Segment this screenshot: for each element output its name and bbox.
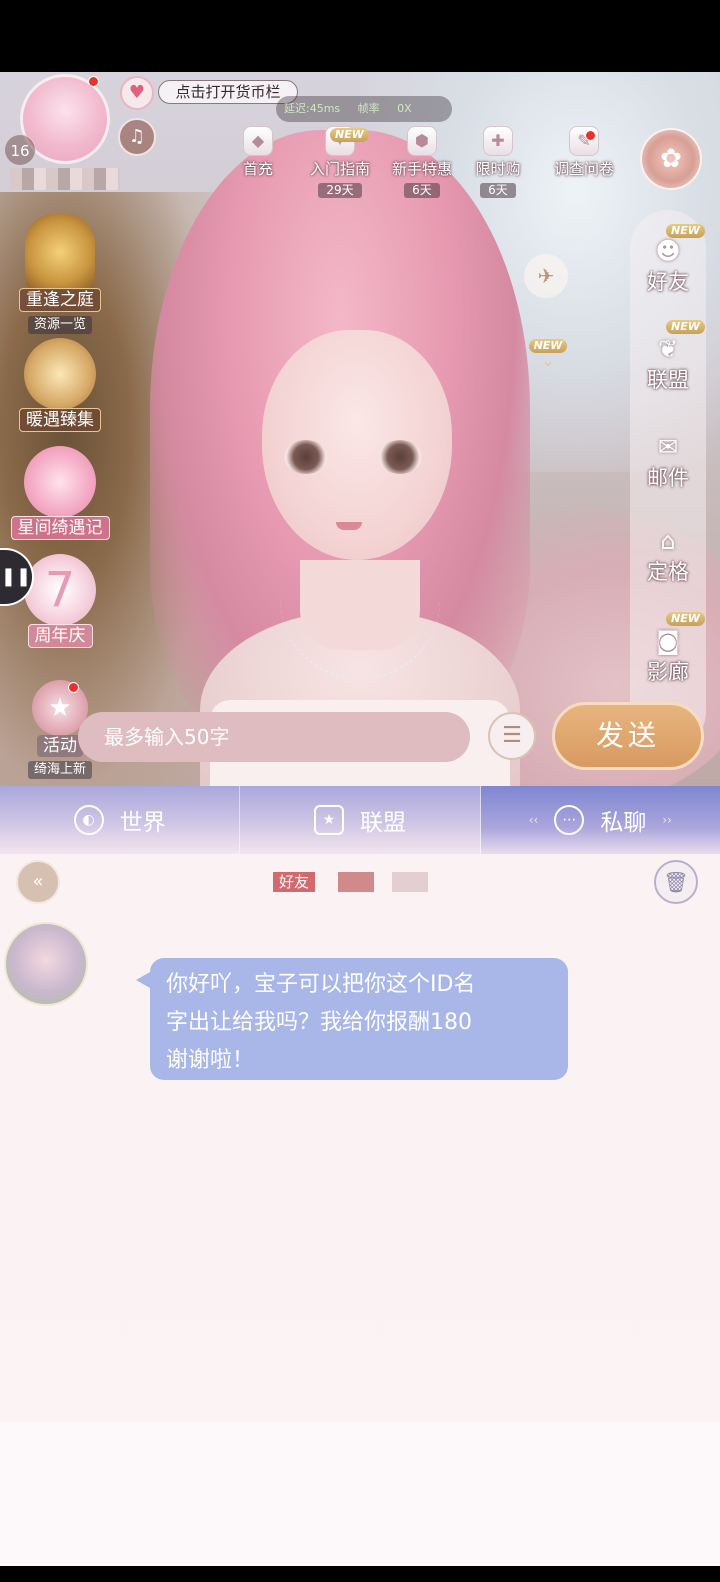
right-menu-gallery[interactable]: ◙ 影廊 (630, 626, 706, 686)
activity-reunion-court[interactable]: 重逢之庭 资源一览 (0, 214, 120, 334)
expand-new-indicator[interactable]: NEW ⌄ (524, 334, 572, 369)
number-seven-icon: 7 (24, 554, 96, 626)
shopping-bag-icon: ⬢ (407, 126, 437, 156)
cupid-icon (24, 338, 96, 410)
chat-input-area (0, 1422, 720, 1582)
heart-icon[interactable]: ♥ (120, 76, 154, 110)
new-badge: NEW (666, 612, 705, 626)
top-icon-newbie-deal[interactable]: ⬢ 新手特惠 6天 (382, 126, 462, 198)
envelope-icon: ✉ (657, 433, 679, 461)
new-badge: NEW (330, 128, 369, 142)
right-menu-friends[interactable]: ☻ 好友 (630, 236, 706, 296)
survey-notification-dot (585, 130, 596, 141)
network-info: 延迟:45ms 帧率 0X (276, 96, 452, 122)
message-input[interactable]: 最多输入50字 (78, 712, 470, 762)
top-icon-first-charge[interactable]: ◆ 首充 (218, 126, 298, 179)
camera-icon: ◙ (656, 627, 680, 655)
chat-bubble-icon: ⋯ (554, 805, 585, 835)
main-menu-flower-icon[interactable]: ✿ (640, 128, 702, 190)
top-icon-limited-purchase[interactable]: ✚ 限时购 6天 (458, 126, 538, 198)
fps-value: 0X (397, 102, 412, 115)
send-button[interactable]: 发送 (552, 702, 704, 770)
trash-icon[interactable]: 🗑 (654, 860, 698, 904)
tab-alliance[interactable]: ★ 联盟 (240, 786, 481, 854)
right-menu-alliance[interactable]: ❦ 联盟 (630, 334, 706, 394)
chat-tabs: ◐ 世界 ★ 联盟 ‹‹ ⋯ 私聊 ›› (0, 786, 720, 854)
new-badge: NEW (666, 320, 705, 334)
activity-star-romance[interactable]: 星间绮遇记 (0, 446, 120, 540)
currency-bar-toggle[interactable]: 点击打开货币栏 (158, 80, 298, 104)
gift-box-icon: ✚ (483, 126, 513, 156)
back-button[interactable]: « (16, 860, 60, 904)
friend-name-censored (392, 872, 428, 892)
fps-label: 帧率 (357, 102, 380, 115)
paper-plane-icon[interactable]: ✈ (524, 254, 568, 298)
activity-warm-encounter[interactable]: 暖遇臻集 (0, 338, 120, 432)
tab-world[interactable]: ◐ 世界 (0, 786, 241, 854)
character-eye-right (378, 440, 422, 474)
music-note-icon[interactable]: ♫ (118, 118, 156, 156)
avatar-notification-dot (88, 76, 99, 87)
chevron-left-icon: ‹‹ (528, 813, 539, 827)
shield-icon: ★ (313, 805, 344, 835)
right-menu-home[interactable]: ⌂ 定格 (630, 526, 706, 586)
friends-icon: ☻ (655, 237, 681, 265)
top-icon-survey[interactable]: ✎ 调查问卷 (538, 126, 630, 179)
golden-flower-icon (25, 214, 95, 290)
new-badge: NEW (666, 224, 705, 238)
friend-name-censored (338, 872, 374, 892)
character-eye-left (284, 440, 328, 474)
latency-text: 延迟:45ms (284, 102, 341, 115)
quill-icon: ✎ (569, 126, 599, 156)
diamond-icon: ◆ (243, 126, 273, 156)
player-level: 16 (4, 134, 36, 166)
right-menu-mail[interactable]: ✉ 邮件 (630, 432, 706, 492)
chevron-down-icon: ⌄ (541, 351, 555, 370)
list-icon[interactable]: ☰ (488, 712, 536, 760)
player-name-censored (10, 168, 120, 190)
friend-tag: 好友 (273, 872, 316, 892)
bottom-bar (0, 1566, 720, 1582)
chat-panel: ◐ 世界 ★ 联盟 ‹‹ ⋯ 私聊 ›› « 好友 🗑 你好吖，宝子可以把你这个… (0, 786, 720, 1582)
tab-private-chat[interactable]: ‹‹ ⋯ 私聊 ›› (480, 786, 720, 854)
activity-notification-dot (68, 682, 79, 693)
house-icon: ⌂ (660, 527, 676, 555)
sender-avatar[interactable] (4, 922, 88, 1006)
chibi-character-icon (24, 446, 96, 518)
message-bubble: 你好吖，宝子可以把你这个ID名 字出让给我吗？我给你报酬180 谢谢啦！ (136, 958, 568, 1080)
character-mouth (336, 522, 362, 530)
globe-icon: ◐ (73, 805, 104, 835)
status-bar-area (0, 0, 720, 72)
alliance-wings-icon: ❦ (657, 335, 679, 363)
chevron-right-icon: ›› (662, 813, 672, 827)
